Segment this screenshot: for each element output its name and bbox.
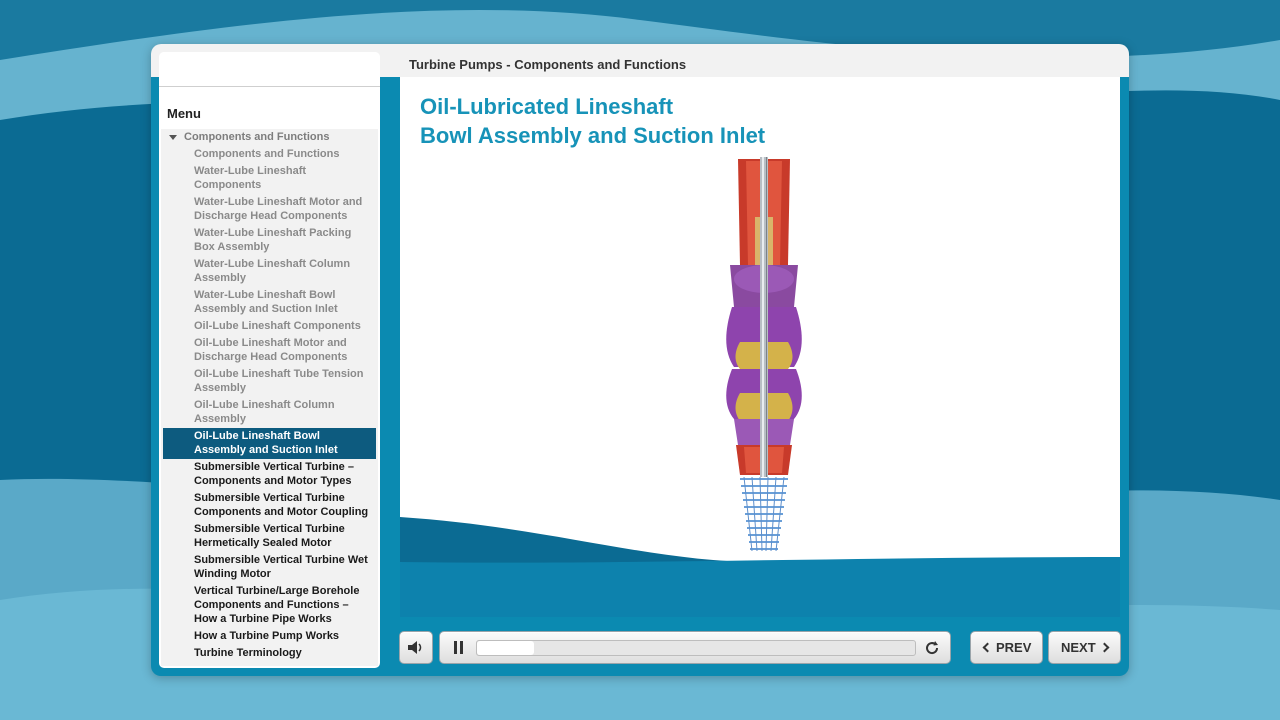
menu-item[interactable]: Submersible Vertical Turbine Hermeticall… (163, 521, 376, 552)
menu-item[interactable]: Oil-Lube Lineshaft Bowl Assembly and Suc… (163, 428, 376, 459)
sidebar-header (159, 52, 380, 87)
menu-item[interactable]: Water-Lube Lineshaft Motor and Discharge… (163, 194, 376, 225)
menu-item[interactable]: Vertical Turbine/Large Borehole Componen… (163, 583, 376, 628)
menu-tab[interactable]: Menu (159, 94, 380, 128)
menu-parent-item[interactable]: Components and Functions (169, 131, 329, 143)
prev-button[interactable]: PREV (970, 631, 1043, 664)
slide-title-line1: Oil-Lubricated Lineshaft (420, 94, 674, 119)
menu-item[interactable]: Turbine Terminology (163, 645, 376, 662)
menu-item[interactable]: Oil-Lube Lineshaft Motor and Discharge H… (163, 335, 376, 366)
menu-item[interactable]: Water-Lube Lineshaft Column Assembly (163, 256, 376, 287)
menu-item[interactable]: Water-Lube Lineshaft Components (163, 163, 376, 194)
sidebar: Menu Components and Functions Components… (159, 52, 380, 668)
speaker-icon (408, 641, 422, 654)
chevron-right-icon (1099, 642, 1110, 653)
chevron-left-icon (982, 642, 993, 653)
prev-label: PREV (996, 640, 1032, 655)
progress-fill (477, 641, 534, 655)
menu-items: Components and Functions Water-Lube Lines… (163, 146, 376, 662)
pause-icon (454, 641, 463, 654)
menu-parent-label: Components and Functions (184, 131, 330, 143)
pump-cutaway-diagram (726, 157, 802, 552)
menu-item[interactable]: Oil-Lube Lineshaft Components (163, 318, 376, 335)
menu-item[interactable]: Oil-Lube Lineshaft Tube Tension Assembly (163, 366, 376, 397)
course-title: Turbine Pumps - Components and Functions (409, 57, 687, 72)
course-player: Menu Components and Functions Components… (151, 44, 1129, 676)
menu-item[interactable]: Submersible Vertical Turbine Components … (163, 490, 376, 521)
next-label: NEXT (1061, 640, 1096, 655)
replay-button[interactable] (922, 638, 942, 658)
slide-stage: Oil-Lubricated Lineshaft Bowl Assembly a… (400, 77, 1120, 617)
volume-button[interactable] (399, 631, 433, 664)
menu-item[interactable]: Submersible Vertical Turbine Wet Winding… (163, 552, 376, 583)
menu-tab-label: Menu (167, 106, 201, 121)
menu-item[interactable]: Submersible Vertical Turbine – Component… (163, 459, 376, 490)
slide-title-line2: Bowl Assembly and Suction Inlet (420, 123, 766, 148)
pause-button[interactable] (450, 639, 470, 656)
menu-item[interactable]: Components and Functions (163, 146, 376, 163)
expand-arrow-icon[interactable] (169, 134, 177, 140)
menu-item[interactable]: Water-Lube Lineshaft Packing Box Assembl… (163, 225, 376, 256)
progress-track[interactable] (476, 640, 916, 656)
slide-title: Oil-Lubricated Lineshaft Bowl Assembly a… (420, 92, 765, 150)
next-button[interactable]: NEXT (1048, 631, 1121, 664)
replay-icon (926, 641, 939, 655)
menu-item[interactable]: How a Turbine Pump Works (163, 628, 376, 645)
menu-item[interactable]: Oil-Lube Lineshaft Column Assembly (163, 397, 376, 428)
menu-list: Components and Functions Components and … (161, 129, 378, 666)
playback-bar (439, 631, 951, 664)
menu-item[interactable]: Water-Lube Lineshaft Bowl Assembly and S… (163, 287, 376, 318)
